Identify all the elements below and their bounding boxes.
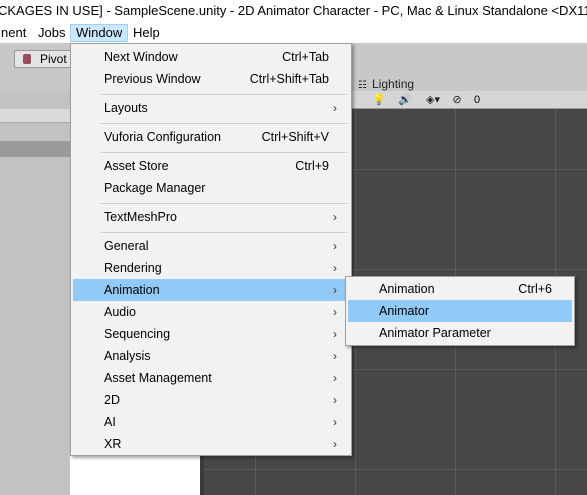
hierarchy-header	[0, 109, 70, 123]
scene-toolbar: 💡 🔊 ◈▾ ⊘ 0	[350, 91, 587, 109]
lighting-icon: ☷	[358, 80, 367, 91]
tab-lighting-label: Lighting	[372, 77, 415, 91]
menu-item-layouts[interactable]: Layouts ›	[73, 97, 349, 119]
menu-item-analysis[interactable]: Analysis ›	[73, 345, 349, 367]
window-title: CKAGES IN USE] - SampleScene.unity - 2D …	[0, 3, 587, 18]
menu-item-general[interactable]: General ›	[73, 235, 349, 257]
menu-item-label: Asset Management	[104, 371, 212, 385]
animation-submenu: Animation Ctrl+6 Animator Animator Param…	[345, 276, 575, 346]
menu-item-textmeshpro[interactable]: TextMeshPro ›	[73, 206, 349, 228]
effects-toggle-icon[interactable]: ◈▾	[422, 92, 444, 108]
menu-item-label: Package Manager	[104, 181, 206, 195]
hierarchy-selected-row[interactable]	[0, 141, 70, 157]
light-toggle-icon[interactable]: 💡	[368, 92, 390, 108]
menu-item-animation[interactable]: Animation ›	[73, 279, 349, 301]
menu-item-label: General	[104, 239, 149, 253]
menu-item-label: Animator	[379, 304, 430, 318]
menu-separator	[101, 232, 347, 233]
submenu-item-animator-parameter[interactable]: Animator Parameter	[348, 322, 572, 344]
menu-item-label: Sequencing	[104, 327, 171, 341]
menu-jobs[interactable]: Jobs	[33, 24, 70, 42]
menu-item-label: Analysis	[104, 349, 151, 363]
menu-separator	[101, 123, 347, 124]
menu-item-rendering[interactable]: Rendering ›	[73, 257, 349, 279]
menu-item-audio[interactable]: Audio ›	[73, 301, 349, 323]
menu-help[interactable]: Help	[128, 24, 165, 42]
submenu-item-animator[interactable]: Animator	[348, 300, 572, 322]
menu-item-label: Animation	[379, 282, 435, 296]
menu-item-sequencing[interactable]: Sequencing ›	[73, 323, 349, 345]
menu-item-xr[interactable]: XR ›	[73, 433, 349, 455]
menu-item-label: Animation	[104, 283, 160, 297]
menu-bar: nent Jobs Window Help	[0, 22, 587, 43]
submenu-arrow-icon: ›	[333, 261, 337, 275]
tab-lighting[interactable]: ☷ Lighting	[358, 77, 414, 91]
menu-item-label: 2D	[104, 393, 120, 407]
menu-item-label: XR	[104, 437, 122, 451]
menu-component[interactable]: nent	[0, 24, 31, 42]
audio-toggle-icon[interactable]: 🔊	[394, 92, 416, 108]
submenu-arrow-icon: ›	[333, 327, 337, 341]
submenu-arrow-icon: ›	[333, 210, 337, 224]
submenu-arrow-icon: ›	[333, 393, 337, 407]
hierarchy-panel	[0, 91, 70, 495]
pivot-icon	[23, 54, 31, 64]
menu-item-label: Animator Parameter	[379, 326, 491, 340]
menu-item-label: Previous Window	[104, 72, 201, 86]
submenu-arrow-icon: ›	[333, 437, 337, 451]
menu-separator	[101, 152, 347, 153]
menu-item-previous-window[interactable]: Previous Window Ctrl+Shift+Tab	[73, 68, 349, 90]
menu-item-label: Next Window	[104, 50, 178, 64]
submenu-arrow-icon: ›	[333, 349, 337, 363]
submenu-arrow-icon: ›	[333, 283, 337, 297]
menu-item-shortcut: Ctrl+6	[518, 282, 552, 296]
menu-item-label: Asset Store	[104, 159, 169, 173]
menu-item-ai[interactable]: AI ›	[73, 411, 349, 433]
submenu-arrow-icon: ›	[333, 305, 337, 319]
menu-item-label: Audio	[104, 305, 136, 319]
menu-item-shortcut: Ctrl+9	[295, 159, 329, 173]
menu-item-asset-management[interactable]: Asset Management ›	[73, 367, 349, 389]
pivot-button[interactable]: Pivot	[14, 50, 74, 68]
menu-separator	[101, 94, 347, 95]
submenu-item-animation[interactable]: Animation Ctrl+6	[348, 278, 572, 300]
menu-item-label: Rendering	[104, 261, 162, 275]
menu-item-label: Layouts	[104, 101, 148, 115]
submenu-arrow-icon: ›	[333, 239, 337, 253]
title-bar: CKAGES IN USE] - SampleScene.unity - 2D …	[0, 0, 587, 22]
menu-item-shortcut: Ctrl+Shift+V	[261, 130, 329, 144]
hidden-objects-count: 0	[474, 94, 481, 106]
menu-window[interactable]: Window	[70, 24, 129, 42]
menu-item-asset-store[interactable]: Asset Store Ctrl+9	[73, 155, 349, 177]
menu-item-label: AI	[104, 415, 116, 429]
menu-item-label: TextMeshPro	[104, 210, 177, 224]
window-menu: Next Window Ctrl+Tab Previous Window Ctr…	[70, 43, 352, 456]
menu-item-shortcut: Ctrl+Tab	[282, 50, 329, 64]
submenu-arrow-icon: ›	[333, 371, 337, 385]
menu-item-next-window[interactable]: Next Window Ctrl+Tab	[73, 46, 349, 68]
menu-item-shortcut: Ctrl+Shift+Tab	[249, 72, 329, 86]
menu-item-package-manager[interactable]: Package Manager	[73, 177, 349, 199]
menu-item-label: Vuforia Configuration	[104, 130, 221, 144]
pivot-label: Pivot	[40, 52, 67, 66]
menu-item-2d[interactable]: 2D ›	[73, 389, 349, 411]
menu-separator	[101, 203, 347, 204]
menu-item-vuforia-configuration[interactable]: Vuforia Configuration Ctrl+Shift+V	[73, 126, 349, 148]
submenu-arrow-icon: ›	[333, 415, 337, 429]
submenu-arrow-icon: ›	[333, 101, 337, 115]
hidden-objects-icon[interactable]: ⊘	[446, 92, 468, 108]
